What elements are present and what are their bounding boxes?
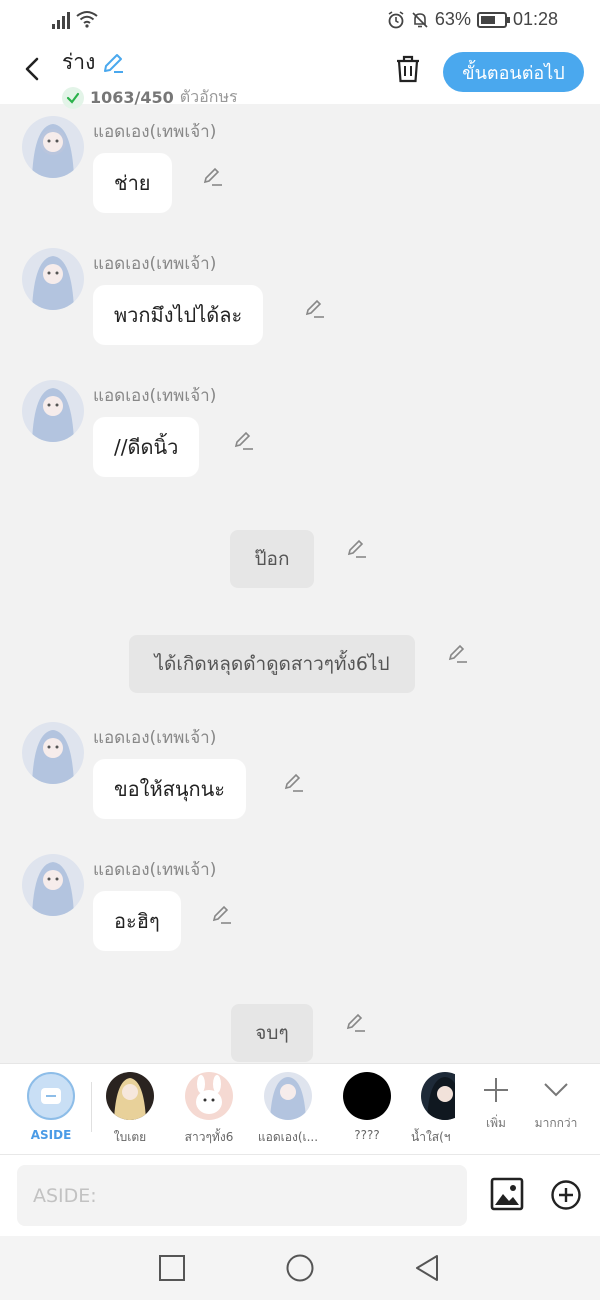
avatar[interactable] <box>22 380 84 442</box>
add-character-button[interactable]: เพิ่ม <box>466 1076 526 1133</box>
avatar <box>106 1072 154 1120</box>
home-icon[interactable] <box>285 1253 315 1283</box>
more-button[interactable]: มากกว่า <box>526 1076 586 1133</box>
recent-apps-icon[interactable] <box>157 1253 187 1283</box>
aside-icon <box>27 1072 75 1120</box>
edit-title-icon[interactable] <box>101 51 125 75</box>
character-label: แอดเอง(เ... <box>257 1130 319 1144</box>
avatar[interactable] <box>22 116 84 178</box>
chat-bubble[interactable]: ช่าย <box>93 153 172 213</box>
mute-bell-icon <box>412 11 428 28</box>
add-circle-icon[interactable] <box>550 1179 582 1211</box>
clock: 01:28 <box>512 9 558 29</box>
system-nav-bar <box>0 1236 600 1300</box>
edit-message-icon[interactable] <box>211 903 233 925</box>
avatar[interactable] <box>22 854 84 916</box>
character-label: สาวๆทั้ง6 <box>184 1130 234 1144</box>
edit-message-icon[interactable] <box>233 429 255 451</box>
battery-icon <box>476 11 510 28</box>
avatar <box>185 1072 233 1120</box>
back-icon[interactable] <box>18 54 48 84</box>
edit-message-icon[interactable] <box>447 642 469 664</box>
image-icon[interactable] <box>490 1177 524 1211</box>
character-label: ASIDE <box>30 1128 72 1142</box>
edit-message-icon[interactable] <box>202 165 224 187</box>
add-label: เพิ่ม <box>486 1116 506 1130</box>
title-block: ร่าง 1063/450 ตัวอักษร <box>62 46 238 110</box>
character-girls6[interactable]: สาวๆทั้ง6 <box>170 1072 248 1147</box>
plus-icon <box>484 1078 508 1102</box>
back-nav-icon[interactable] <box>412 1253 442 1283</box>
battery-percent: 63% <box>434 9 471 29</box>
narration-bubble[interactable]: จบๆ <box>231 1004 313 1062</box>
header: ร่าง 1063/450 ตัวอักษร ขั้นตอนต่อไป <box>0 40 600 109</box>
character-aside[interactable]: ASIDE <box>12 1072 90 1142</box>
character-bar: ASIDE ใบเตย สาวๆทั้ง6 แอดเอง(เ... ???? น… <box>0 1063 600 1154</box>
next-step-button[interactable]: ขั้นตอนต่อไป <box>443 52 584 92</box>
character-unknown[interactable]: ???? <box>328 1072 406 1142</box>
chat-bubble[interactable]: พวกมึงไปได้ละ <box>93 285 264 345</box>
sender-name: แอดเอง(เทพเจ้า) <box>93 860 217 880</box>
avatar[interactable] <box>22 248 84 310</box>
character-label: ใบเตย <box>113 1130 147 1144</box>
message-input[interactable] <box>17 1165 467 1226</box>
edit-message-icon[interactable] <box>346 537 368 559</box>
narration-bubble[interactable]: ป๊อก <box>230 530 314 588</box>
avatar[interactable] <box>22 722 84 784</box>
sender-name: แอดเอง(เทพเจ้า) <box>93 122 217 142</box>
edit-message-icon[interactable] <box>283 771 305 793</box>
character-baitoey[interactable]: ใบเตย <box>91 1072 169 1147</box>
avatar <box>264 1072 312 1120</box>
character-label: ???? <box>354 1128 380 1142</box>
character-admin[interactable]: แอดเอง(เ... <box>249 1072 327 1147</box>
sender-name: แอดเอง(เทพเจ้า) <box>93 254 217 274</box>
edit-message-icon[interactable] <box>345 1011 367 1033</box>
status-bar: 63% 01:28 <box>0 0 600 40</box>
sender-name: แอดเอง(เทพเจ้า) <box>93 728 217 748</box>
chat-bubble[interactable]: //ดีดนิ้ว <box>93 417 200 477</box>
edit-message-icon[interactable] <box>304 297 326 319</box>
chat-bubble[interactable]: ขอให้สนุกนะ <box>93 759 247 819</box>
avatar <box>421 1072 455 1120</box>
wifi-icon <box>76 11 98 28</box>
more-label: มากกว่า <box>534 1116 578 1130</box>
character-label: น้ำใส(ฯ <box>411 1130 451 1144</box>
avatar <box>343 1072 391 1120</box>
narration-bubble[interactable]: ได้เกิดหลุดดำดูดสาวๆทั้ง6ไป <box>129 635 415 693</box>
signal-icon <box>52 11 70 29</box>
chat-bubble[interactable]: อะฮิๆ <box>93 891 181 951</box>
trash-icon[interactable] <box>394 54 422 84</box>
alarm-icon <box>388 10 404 28</box>
chat-area[interactable]: แอดเอง(เทพเจ้า) ช่าย แอดเอง(เทพเจ้า) พวก… <box>0 104 600 1063</box>
sender-name: แอดเอง(เทพเจ้า) <box>93 386 217 406</box>
page-title: ร่าง <box>62 50 96 74</box>
input-bar <box>0 1154 600 1236</box>
character-namsai[interactable]: น้ำใส(ฯ <box>407 1072 455 1147</box>
chevron-down-icon <box>544 1083 568 1097</box>
